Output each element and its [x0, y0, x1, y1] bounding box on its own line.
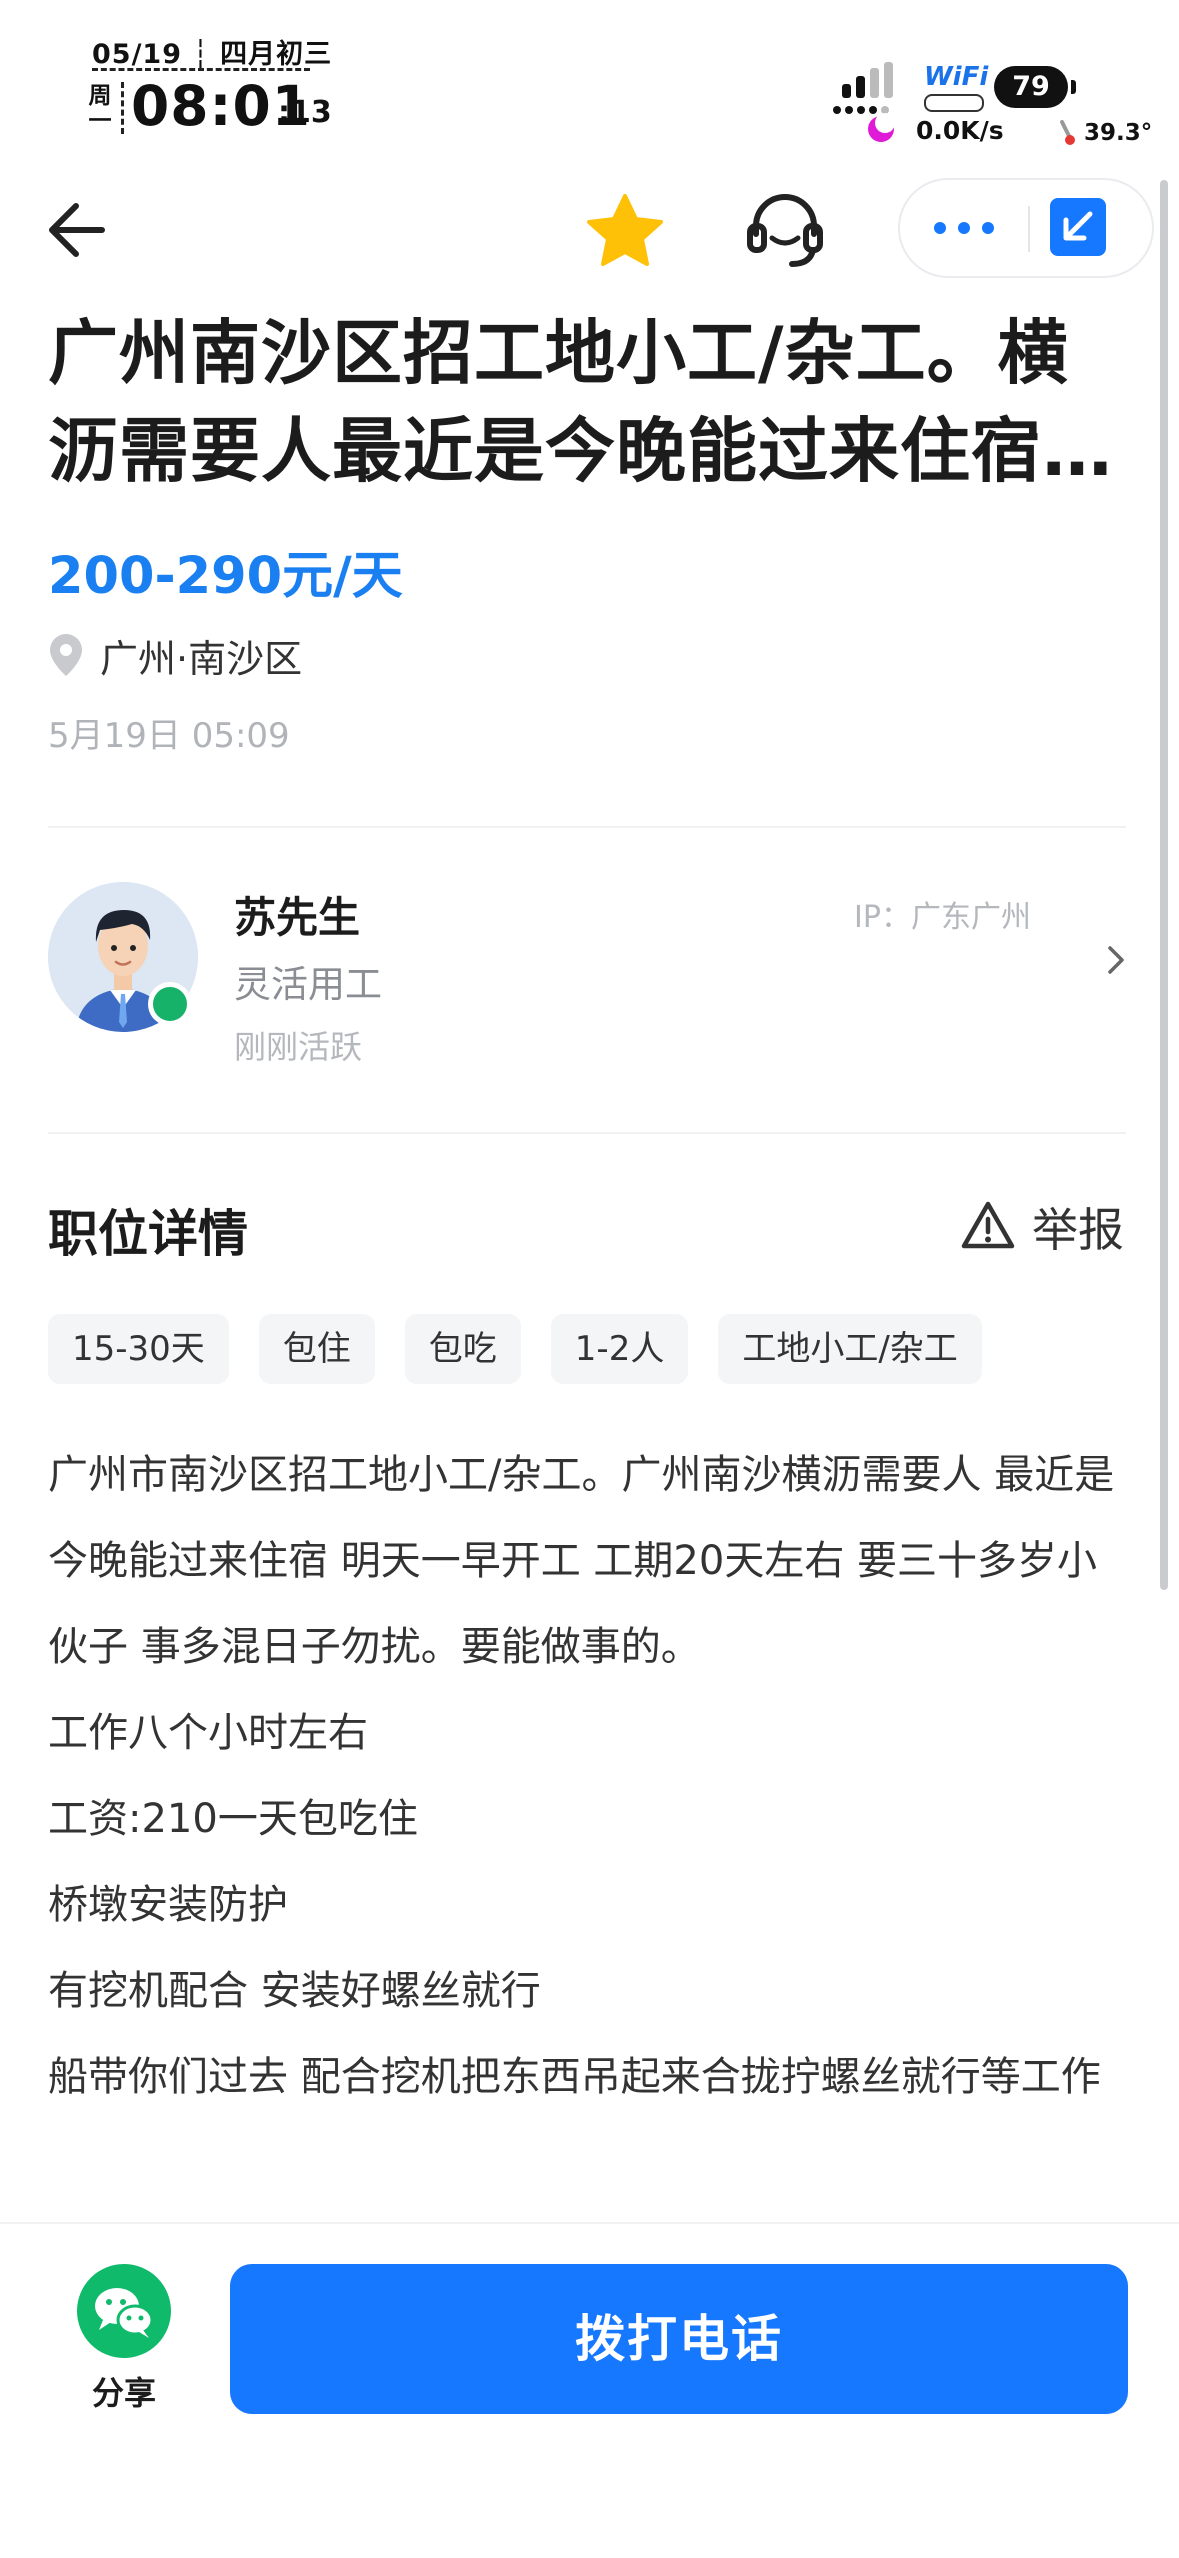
favorite-button[interactable] — [582, 190, 668, 270]
report-button[interactable]: 举报 — [960, 1192, 1130, 1262]
call-button[interactable]: 拨打电话 — [230, 2264, 1128, 2414]
status-bar: 05/19 ┆ 四月初三 周一 08:01 :13 WiFi 79 0.0K/s… — [0, 0, 1179, 170]
wifi-icon: WiFi — [924, 62, 989, 92]
warning-icon — [961, 1201, 1015, 1249]
employer-role: 灵活用工 — [234, 963, 382, 1006]
headset-icon — [747, 194, 823, 267]
share-label: 分享 — [91, 2374, 156, 2412]
post-date: 5月19日 05:09 — [48, 716, 290, 756]
wifi-indicator — [924, 94, 984, 112]
arrow-left-icon — [49, 203, 105, 257]
job-tag: 工地小工/杂工 — [718, 1314, 982, 1384]
scrollbar[interactable] — [1160, 180, 1168, 1590]
job-tag: 包吃 — [404, 1314, 521, 1384]
job-salary: 200-290元/天 — [48, 547, 403, 606]
job-tags: 15-30天 包住 包吃 1-2人 工地小工/杂工 — [48, 1314, 982, 1384]
more-button[interactable] — [900, 180, 1028, 276]
description-paragraph: 工资:210一天包吃住 — [48, 1796, 418, 1842]
mini-program-capsule — [898, 178, 1154, 278]
location-pin-icon — [50, 634, 82, 676]
job-tag: 15-30天 — [48, 1314, 229, 1384]
network-speed: 0.0K/s — [916, 116, 1004, 145]
customer-service-button[interactable] — [742, 186, 828, 272]
description-paragraph: 广州市南沙区招工地小工/杂工。广州南沙横沥需要人 最近是今晚能过来住宿 明天一早… — [48, 1452, 1115, 1670]
capsule-divider — [1028, 206, 1030, 252]
status-date: 05/19 ┆ 四月初三 — [92, 39, 333, 70]
employer-active-status: 刚刚活跃 — [234, 1028, 363, 1066]
description-paragraph: 有挖机配合 安装好螺丝就行 — [48, 1968, 541, 2014]
job-title: 广州南沙区招工地小工/杂工。横沥需要人最近是今晚能过来住宿 明天一早开工 — [48, 312, 1069, 492]
job-tag: 1-2人 — [550, 1314, 689, 1384]
job-description: 广州市南沙区招工地小工/杂工。广州南沙横沥需要人 最近是今晚能过来住宿 明天一早… — [48, 1432, 1132, 2120]
employer-ip: IP：广东广州 — [854, 900, 1031, 935]
battery-level: 79 — [994, 66, 1068, 108]
back-button[interactable] — [40, 190, 130, 270]
status-seconds: :13 — [278, 95, 332, 130]
divider — [48, 826, 1126, 828]
online-indicator — [148, 982, 192, 1026]
more-dots-icon — [934, 222, 994, 234]
section-title: 职位详情 — [48, 1205, 248, 1263]
divider — [48, 1132, 1126, 1134]
battery-cap — [1071, 80, 1076, 94]
bottom-action-bar: 分享 拨打电话 — [0, 2222, 1179, 2558]
minimize-arrow-icon — [1063, 211, 1093, 241]
report-label: 举报 — [1032, 1203, 1124, 1257]
signal-icon — [833, 62, 893, 114]
thermometer-icon — [1060, 120, 1075, 145]
description-paragraph: 桥墩安装防护 — [48, 1882, 288, 1928]
nav-bar — [0, 170, 1179, 288]
minimize-button[interactable] — [1050, 198, 1106, 256]
job-location: 广州·南沙区 — [100, 637, 303, 681]
star-icon — [587, 194, 663, 266]
moon-icon — [868, 113, 895, 142]
employer-card[interactable]: 苏先生 灵活用工 刚刚活跃 IP：广东广州 — [0, 840, 1179, 1130]
temperature: 39.3° — [1084, 120, 1153, 146]
description-paragraph: 工作八个小时左右 — [48, 1710, 368, 1756]
share-button[interactable]: 分享 — [60, 2264, 190, 2414]
chevron-right-icon — [1108, 946, 1124, 974]
wechat-icon — [77, 2264, 171, 2358]
status-divider — [92, 68, 310, 71]
status-weekday: 周一 — [88, 83, 112, 134]
status-separator — [121, 82, 124, 134]
description-paragraph: 船带你们过去 配合挖机把东西吊起来合拢拧螺丝就行等工作 — [48, 2054, 1101, 2100]
job-tag: 包住 — [258, 1314, 375, 1384]
employer-name: 苏先生 — [234, 893, 361, 942]
